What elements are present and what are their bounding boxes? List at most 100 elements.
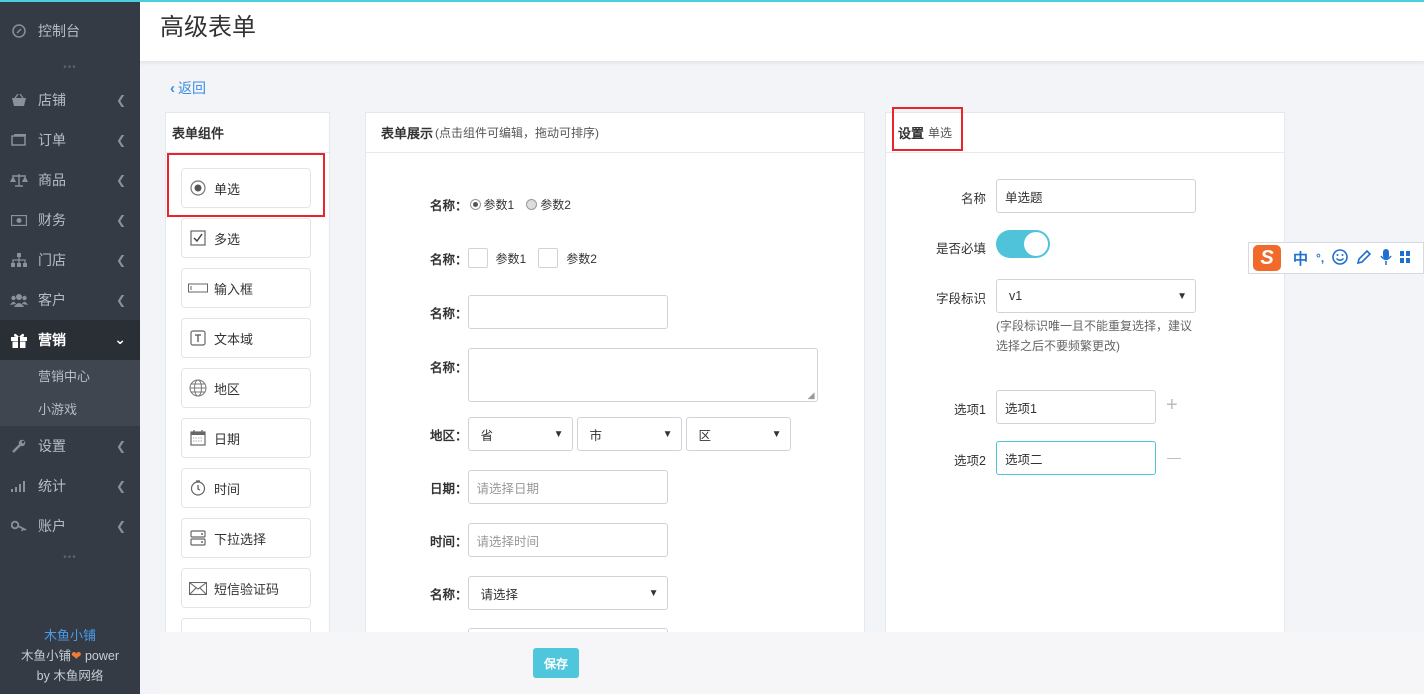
- field-label: 名称：: [430, 306, 468, 321]
- chevron-left-icon: ❮: [115, 213, 126, 227]
- dashboard-icon: [10, 23, 28, 39]
- preview-select-row: 名称： 请选择 ▼: [430, 576, 668, 610]
- required-toggle[interactable]: [996, 230, 1050, 258]
- highlight-radio-component: [167, 153, 325, 217]
- submenu-marketing-center[interactable]: 营销中心: [0, 360, 140, 393]
- submenu-mini-games[interactable]: 小游戏: [0, 393, 140, 426]
- component-region[interactable]: 地区: [181, 368, 311, 408]
- city-select[interactable]: 市 ▼: [576, 417, 682, 451]
- input-icon: [188, 278, 208, 298]
- brand-line2: 木鱼小铺: [20, 649, 71, 663]
- page-title: 高级表单: [160, 14, 256, 41]
- chevron-down-icon: ⌄: [114, 331, 126, 347]
- radio-param2[interactable]: [526, 199, 538, 210]
- time-input[interactable]: 请选择时间: [467, 523, 668, 557]
- users-icon: [10, 292, 28, 308]
- preview-text-input[interactable]: [467, 295, 668, 329]
- radio-param1[interactable]: [469, 199, 481, 210]
- divider-dots: •••: [63, 552, 77, 563]
- option-label: 参数2: [566, 251, 597, 266]
- province-select[interactable]: 省 ▼: [467, 417, 573, 451]
- component-dropdown[interactable]: 下拉选择: [181, 518, 311, 558]
- sogou-logo-icon[interactable]: S: [1253, 245, 1281, 271]
- preview-panel: 表单展示 (点击组件可编辑，拖动可排序) 名称： 参数1 参数2 名称： 参数1…: [365, 112, 865, 637]
- microphone-icon[interactable]: [1380, 248, 1392, 268]
- name-input[interactable]: 单选题: [996, 179, 1196, 213]
- dropdown-icon: [188, 528, 208, 548]
- field-label: 名称：: [430, 361, 468, 375]
- preview-checkbox-row: 名称： 参数1 参数2: [430, 248, 607, 268]
- brand-power: power: [84, 649, 120, 663]
- save-button[interactable]: 保存: [533, 648, 579, 678]
- note-line: (字段标识唯一且不能重复选择，建议: [996, 319, 1192, 333]
- chevron-left-icon: ❮: [115, 173, 126, 187]
- add-option-button[interactable]: +: [1166, 395, 1178, 415]
- ime-language[interactable]: 中: [1293, 248, 1308, 269]
- nav-label: 营销: [38, 332, 66, 348]
- resize-handle-icon[interactable]: ◢: [808, 390, 815, 401]
- pen-icon[interactable]: [1356, 249, 1372, 268]
- emoji-icon[interactable]: [1332, 248, 1348, 268]
- component-sms-code[interactable]: 短信验证码: [181, 568, 311, 608]
- select-value: 省: [480, 428, 494, 443]
- nav-products[interactable]: 商品 ❮: [0, 160, 140, 200]
- brand-footer: 木鱼小铺 木鱼小铺❤ power by 木鱼网络: [0, 626, 140, 686]
- nav-settings[interactable]: 设置 ❮: [0, 426, 140, 466]
- chevron-left-icon: ❮: [115, 133, 126, 147]
- nav-label: 设置: [38, 438, 66, 454]
- grid-icon[interactable]: [1400, 250, 1411, 266]
- remove-option-button[interactable]: —: [1167, 449, 1181, 465]
- back-label: 返回: [178, 80, 206, 96]
- component-label: 日期: [214, 431, 241, 447]
- date-input[interactable]: 请选择日期: [467, 470, 668, 504]
- field-id-note: (字段标识唯一且不能重复选择，建议 选择之后不要频繁更改): [996, 316, 1192, 356]
- nav-customers[interactable]: 客户 ❮: [0, 280, 140, 320]
- component-input[interactable]: 输入框: [181, 268, 311, 308]
- checkbox-param2[interactable]: [538, 248, 559, 268]
- brand-by: by: [36, 669, 50, 683]
- checkbox-param1[interactable]: [467, 248, 488, 268]
- component-label: 文本域: [214, 331, 254, 347]
- select-value: 请选择: [480, 587, 519, 602]
- component-date[interactable]: 日期: [181, 418, 311, 458]
- store-icon: [10, 92, 28, 108]
- nav-dashboard[interactable]: 控制台: [0, 2, 140, 60]
- chevron-left-icon: ❮: [115, 293, 126, 307]
- component-time[interactable]: 时间: [181, 468, 311, 508]
- marketing-submenu: 营销中心 小游戏: [0, 360, 140, 426]
- component-checkbox[interactable]: 多选: [181, 218, 311, 258]
- ime-punctuation[interactable]: °,: [1316, 251, 1324, 265]
- chevron-left-icon: ❮: [115, 479, 126, 493]
- option-label: 参数2: [540, 198, 571, 212]
- nav-label: 订单: [38, 132, 66, 148]
- nav-stores[interactable]: 门店 ❮: [0, 240, 140, 280]
- district-select[interactable]: 区 ▼: [685, 417, 791, 451]
- field-label: 地区：: [430, 428, 468, 443]
- preview-dropdown[interactable]: 请选择 ▼: [467, 576, 668, 610]
- field-label: 名称：: [430, 587, 468, 602]
- caret-down-icon: ▼: [771, 428, 782, 440]
- nav-finance[interactable]: 财务 ❮: [0, 200, 140, 240]
- back-link[interactable]: ‹ 返回: [170, 78, 206, 98]
- preview-region-row: 地区： 省 ▼ 市 ▼ 区 ▼: [430, 417, 791, 451]
- main-content: 高级表单 ‹ 返回 表单组件 单选 多选 输入框 文本域 地区 日期 时间 下拉…: [140, 0, 1424, 694]
- scale-icon: [10, 172, 28, 188]
- option-label: 参数1: [495, 251, 527, 266]
- field-id-select[interactable]: v1 ▼: [996, 279, 1196, 313]
- chevron-left-icon: ‹: [170, 79, 175, 97]
- preview-radio-row: 名称： 参数1 参数2: [430, 195, 581, 214]
- nav-orders[interactable]: 订单 ❮: [0, 120, 140, 160]
- component-label: 下拉选择: [214, 531, 267, 547]
- divider-dots: •••: [63, 62, 77, 73]
- nav-marketing[interactable]: 营销 ⌄: [0, 320, 140, 360]
- nav-account[interactable]: 账户 ❮: [0, 506, 140, 546]
- option2-input[interactable]: 选项二: [996, 441, 1156, 475]
- nav-label: 财务: [38, 212, 66, 228]
- wrench-icon: [10, 438, 28, 454]
- nav-store[interactable]: 店铺 ❮: [0, 80, 140, 120]
- option1-input[interactable]: 选项1: [996, 390, 1156, 424]
- preview-textarea[interactable]: ◢: [467, 348, 818, 402]
- nav-stats[interactable]: 统计 ❮: [0, 466, 140, 506]
- component-textarea[interactable]: 文本域: [181, 318, 311, 358]
- clock-icon: [188, 478, 208, 498]
